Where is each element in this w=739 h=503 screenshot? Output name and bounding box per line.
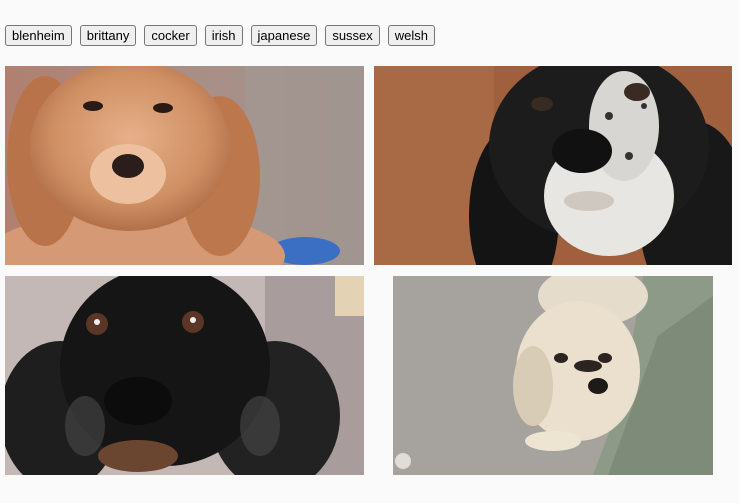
breed-button-japanese[interactable]: japanese	[250, 25, 318, 46]
dog-photo-black-white-spaniel	[374, 66, 732, 265]
breed-button-irish[interactable]: irish	[204, 25, 243, 46]
breed-button-brittany[interactable]: brittany	[79, 25, 137, 46]
breed-button-welsh[interactable]: welsh	[387, 25, 436, 46]
breed-button-sussex[interactable]: sussex	[325, 25, 380, 46]
dog-photo-cream-puppy-carpet	[393, 276, 713, 475]
breed-button-cocker[interactable]: cocker	[144, 25, 197, 46]
breed-button-bar: blenheim brittany cocker irish japanese …	[5, 25, 436, 46]
dog-photo-golden-puppy	[5, 66, 364, 265]
dog-photo-black-spaniel	[5, 276, 364, 475]
breed-button-blenheim[interactable]: blenheim	[5, 25, 72, 46]
